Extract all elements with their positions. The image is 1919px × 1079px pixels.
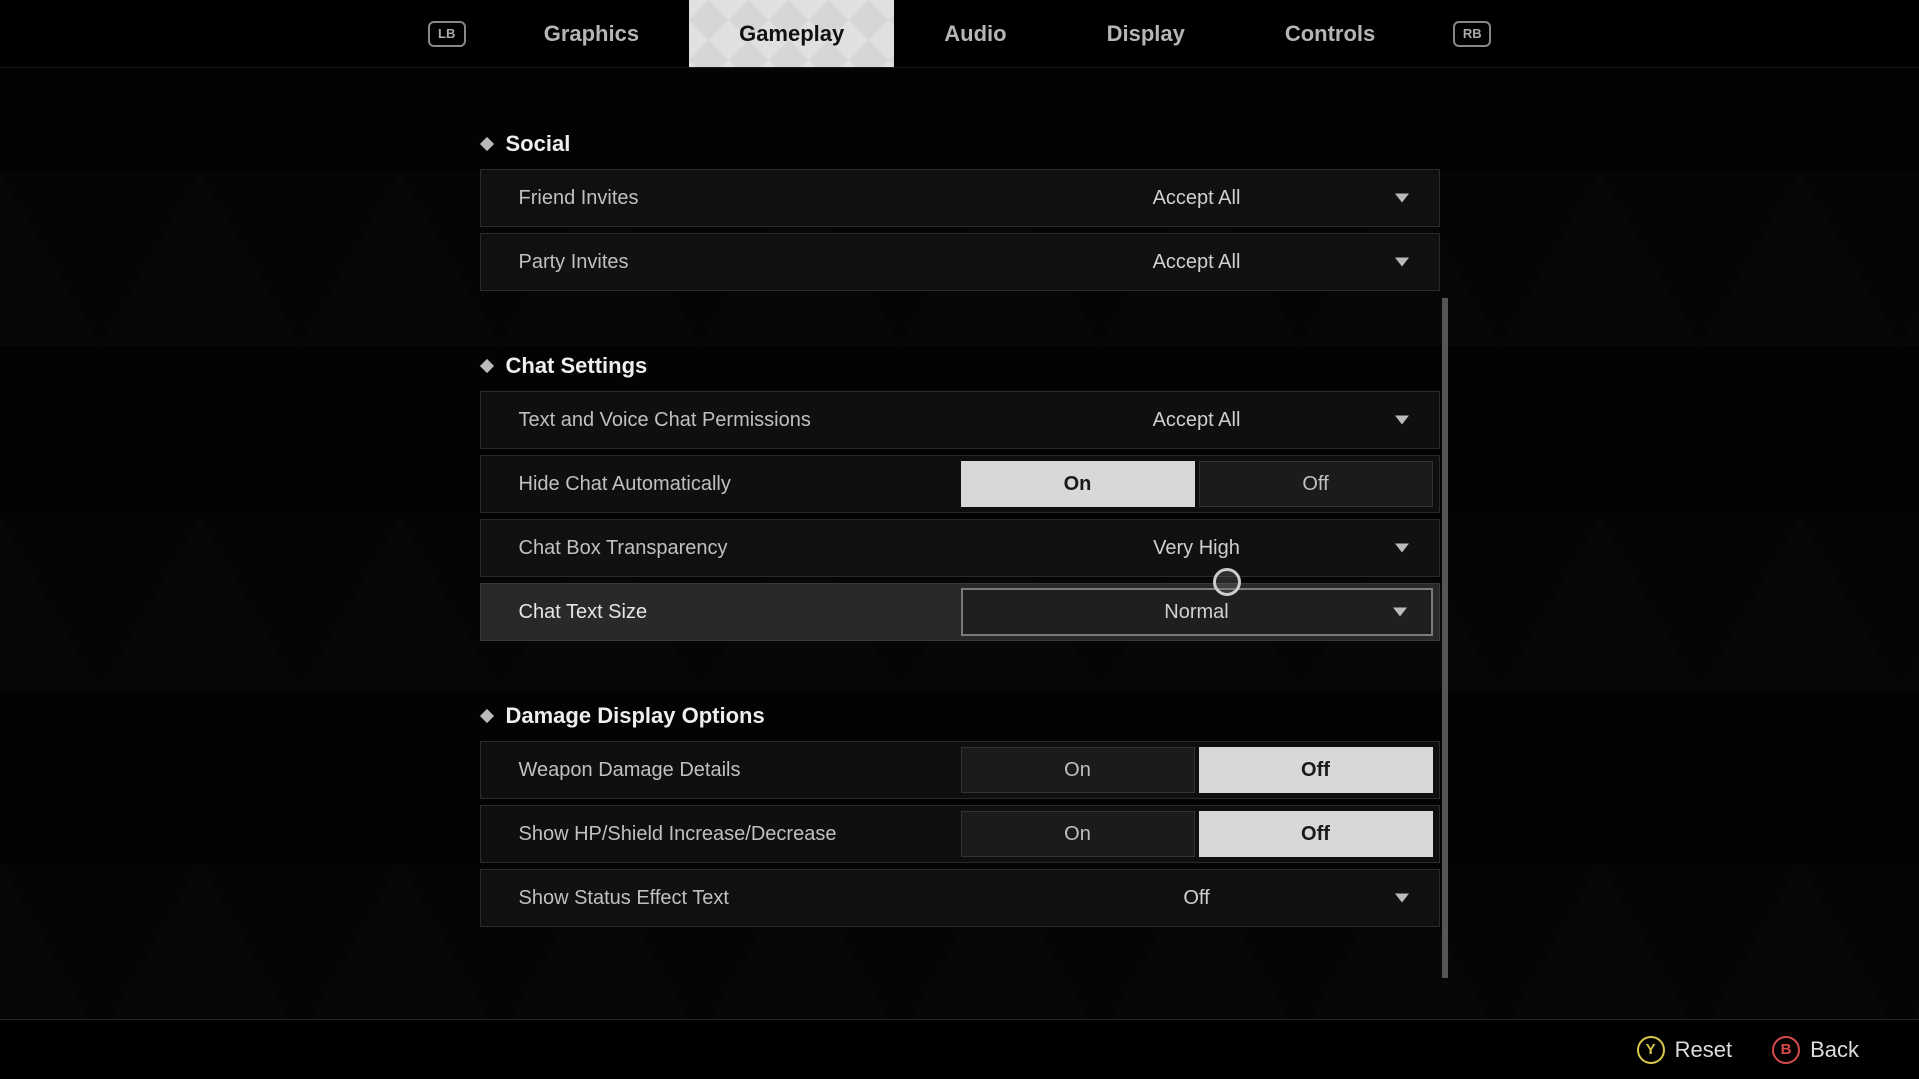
section-header-damage: Damage Display Options: [480, 695, 1440, 741]
dropdown-value: Normal: [1164, 601, 1228, 624]
section-header-chat: Chat Settings: [480, 345, 1440, 391]
chevron-down-icon: [1393, 608, 1407, 617]
bumper-left-icon[interactable]: LB: [428, 21, 466, 47]
diamond-icon: [479, 137, 493, 151]
dropdown-chat-permissions[interactable]: Accept All: [961, 396, 1433, 444]
tab-controls[interactable]: Controls: [1235, 0, 1425, 67]
toggle-hp-shield[interactable]: On Off: [961, 811, 1433, 857]
dropdown-value: Accept All: [1153, 251, 1241, 274]
section-title: Social: [506, 131, 571, 157]
dropdown-party-invites[interactable]: Accept All: [961, 238, 1433, 286]
row-chat-text-size[interactable]: Chat Text Size Normal: [480, 583, 1440, 641]
row-label: Show HP/Shield Increase/Decrease: [481, 823, 961, 846]
chevron-down-icon: [1395, 894, 1409, 903]
tab-audio[interactable]: Audio: [894, 0, 1056, 67]
diamond-icon: [479, 359, 493, 373]
toggle-on[interactable]: On: [961, 811, 1195, 857]
row-label: Weapon Damage Details: [481, 759, 961, 782]
row-party-invites[interactable]: Party Invites Accept All: [480, 233, 1440, 291]
scrollbar[interactable]: [1442, 298, 1448, 978]
back-label: Back: [1810, 1037, 1859, 1063]
toggle-off[interactable]: Off: [1199, 811, 1433, 857]
toggle-on[interactable]: On: [961, 461, 1195, 507]
dropdown-value: Accept All: [1153, 187, 1241, 210]
row-hide-chat-auto[interactable]: Hide Chat Automatically On Off: [480, 455, 1440, 513]
toggle-hide-chat-auto[interactable]: On Off: [961, 461, 1433, 507]
row-label: Friend Invites: [481, 187, 961, 210]
back-button[interactable]: B Back: [1772, 1036, 1859, 1064]
dropdown-value: Very High: [1153, 537, 1240, 560]
row-weapon-damage-details[interactable]: Weapon Damage Details On Off: [480, 741, 1440, 799]
row-friend-invites[interactable]: Friend Invites Accept All: [480, 169, 1440, 227]
row-chat-transparency[interactable]: Chat Box Transparency Very High: [480, 519, 1440, 577]
row-chat-permissions[interactable]: Text and Voice Chat Permissions Accept A…: [480, 391, 1440, 449]
row-hp-shield[interactable]: Show HP/Shield Increase/Decrease On Off: [480, 805, 1440, 863]
tab-gameplay[interactable]: Gameplay: [689, 0, 894, 67]
settings-column: Social Friend Invites Accept All Party I…: [480, 123, 1440, 1019]
footer-bar: Y Reset B Back: [0, 1019, 1919, 1079]
bumper-right-icon[interactable]: RB: [1453, 21, 1491, 47]
chevron-down-icon: [1395, 258, 1409, 267]
row-status-effect-text[interactable]: Show Status Effect Text Off: [480, 869, 1440, 927]
section-title: Chat Settings: [506, 353, 648, 379]
tab-display[interactable]: Display: [1057, 0, 1235, 67]
dropdown-chat-text-size[interactable]: Normal: [961, 588, 1433, 636]
diamond-icon: [479, 709, 493, 723]
section-header-social: Social: [480, 123, 1440, 169]
section-gap: [480, 297, 1440, 345]
row-label: Hide Chat Automatically: [481, 473, 961, 496]
dropdown-friend-invites[interactable]: Accept All: [961, 174, 1433, 222]
dropdown-status-effect-text[interactable]: Off: [961, 874, 1433, 922]
chevron-down-icon: [1395, 544, 1409, 553]
chevron-down-icon: [1395, 194, 1409, 203]
section-gap: [480, 647, 1440, 695]
toggle-on[interactable]: On: [961, 747, 1195, 793]
toggle-off[interactable]: Off: [1199, 747, 1433, 793]
row-label: Text and Voice Chat Permissions: [481, 409, 961, 432]
row-label: Party Invites: [481, 251, 961, 274]
dropdown-chat-transparency[interactable]: Very High: [961, 524, 1433, 572]
y-button-icon: Y: [1637, 1036, 1665, 1064]
row-label: Show Status Effect Text: [481, 887, 961, 910]
b-button-icon: B: [1772, 1036, 1800, 1064]
section-title: Damage Display Options: [506, 703, 765, 729]
reset-label: Reset: [1675, 1037, 1732, 1063]
tab-graphics[interactable]: Graphics: [494, 0, 689, 67]
content-area: Social Friend Invites Accept All Party I…: [0, 68, 1919, 1019]
toggle-weapon-damage-details[interactable]: On Off: [961, 747, 1433, 793]
row-label: Chat Text Size: [481, 601, 961, 624]
dropdown-value: Accept All: [1153, 409, 1241, 432]
top-nav: LB Graphics Gameplay Audio Display Contr…: [0, 0, 1919, 68]
reset-button[interactable]: Y Reset: [1637, 1036, 1732, 1064]
row-label: Chat Box Transparency: [481, 537, 961, 560]
chevron-down-icon: [1395, 416, 1409, 425]
toggle-off[interactable]: Off: [1199, 461, 1433, 507]
dropdown-value: Off: [1183, 887, 1209, 910]
